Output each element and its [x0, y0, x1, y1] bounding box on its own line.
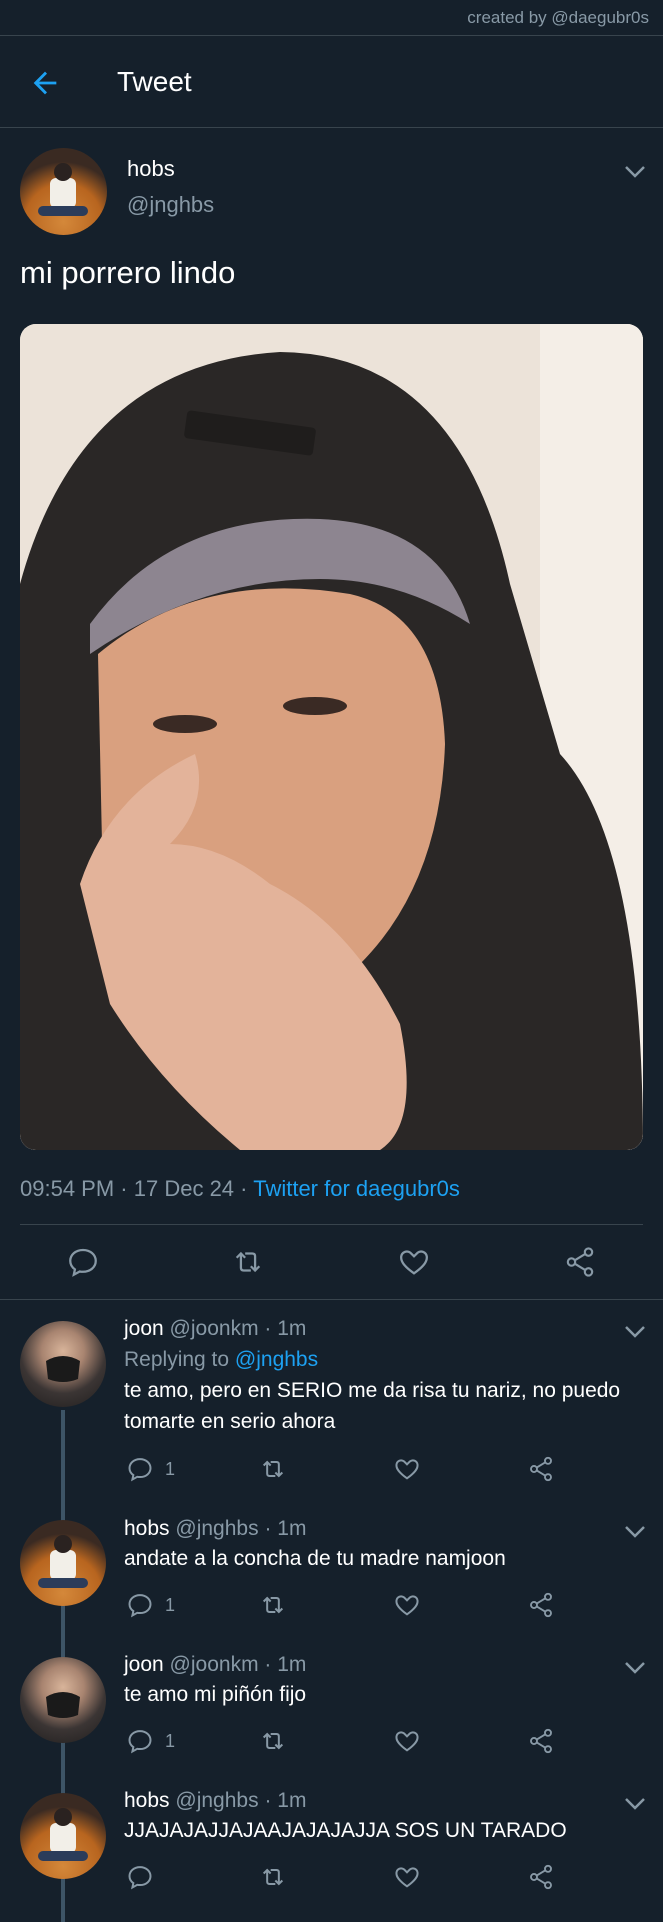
meta-separator: · — [240, 1176, 254, 1201]
reply-icon[interactable] — [66, 1245, 100, 1279]
reply-time: 1m — [277, 1789, 307, 1812]
reply-icon[interactable] — [126, 1591, 154, 1619]
top-bar: Tweet — [0, 37, 663, 128]
reply-author-name[interactable]: joon — [124, 1653, 164, 1676]
reply-header[interactable]: joon @joonkm · 1m — [124, 1317, 306, 1341]
like-icon[interactable] — [393, 1455, 421, 1483]
divider — [20, 1224, 643, 1225]
chevron-down-icon[interactable] — [624, 1797, 646, 1811]
retweet-icon[interactable] — [259, 1455, 287, 1483]
avatar[interactable] — [20, 1793, 106, 1879]
reply-time: 1m — [277, 1517, 307, 1540]
share-icon[interactable] — [527, 1863, 555, 1891]
reply-count: 1 — [165, 1595, 176, 1615]
avatar[interactable] — [20, 1657, 106, 1743]
tweet-image[interactable] — [20, 324, 643, 1150]
reply-header[interactable]: hobs @jnghbs · 1m — [124, 1517, 306, 1541]
creator-credit: created by @daegubr0s — [0, 0, 663, 36]
retweet-icon[interactable] — [231, 1245, 265, 1279]
author-name[interactable]: hobs — [127, 156, 175, 182]
reply-icon[interactable] — [126, 1863, 154, 1891]
share-icon[interactable] — [527, 1591, 555, 1619]
tweet-text: mi porrero lindo — [20, 255, 236, 290]
avatar[interactable] — [20, 1321, 106, 1407]
reply-count: 1 — [165, 1459, 176, 1479]
chevron-down-icon[interactable] — [624, 1325, 646, 1339]
meta-separator: · — [264, 1517, 278, 1540]
tweet-date: 17 Dec 24 — [133, 1176, 235, 1201]
reply-icon[interactable] — [126, 1455, 154, 1483]
retweet-icon[interactable] — [259, 1727, 287, 1755]
reply-time: 1m — [277, 1653, 307, 1676]
replying-to-handle[interactable]: @jnghbs — [235, 1348, 318, 1371]
page-title: Tweet — [117, 66, 192, 97]
replying-to: Replying to @jnghbs — [124, 1348, 318, 1372]
divider — [0, 1299, 663, 1300]
author-handle[interactable]: @jnghbs — [127, 192, 214, 218]
reply-text: JJAJAJAJJAJAAJAJAJAJJA SOS UN TARADO — [124, 1819, 567, 1842]
reply-text: te amo mi piñón fijo — [124, 1683, 307, 1706]
reply-text: andate a la concha de tu madre namjoon — [124, 1547, 506, 1570]
reply-author-name[interactable]: hobs — [124, 1789, 170, 1812]
reply-time: 1m — [277, 1317, 307, 1340]
reply-author-handle[interactable]: @joonkm — [170, 1653, 259, 1676]
share-icon[interactable] — [527, 1455, 555, 1483]
like-icon[interactable] — [393, 1591, 421, 1619]
like-icon[interactable] — [393, 1727, 421, 1755]
replying-label: Replying to — [124, 1348, 230, 1371]
retweet-icon[interactable] — [259, 1591, 287, 1619]
chevron-down-icon[interactable] — [624, 165, 646, 179]
reply-author-handle[interactable]: @joonkm — [170, 1317, 259, 1340]
back-arrow-icon[interactable] — [28, 66, 62, 100]
share-icon[interactable] — [563, 1245, 597, 1279]
avatar[interactable] — [20, 1520, 106, 1606]
reply-author-handle[interactable]: @jnghbs — [175, 1517, 258, 1540]
reply-header[interactable]: joon @joonkm · 1m — [124, 1653, 306, 1677]
like-icon[interactable] — [393, 1863, 421, 1891]
tweet-source-link[interactable]: Twitter for daegubr0s — [253, 1176, 460, 1201]
reply-author-name[interactable]: hobs — [124, 1517, 170, 1540]
meta-separator: · — [264, 1317, 278, 1340]
meta-separator: · — [264, 1789, 278, 1812]
meta-separator: · — [120, 1176, 134, 1201]
retweet-icon[interactable] — [259, 1863, 287, 1891]
avatar[interactable] — [20, 148, 107, 235]
reply-author-handle[interactable]: @jnghbs — [175, 1789, 258, 1812]
tweet-meta: 09:54 PM · 17 Dec 24 · Twitter for daegu… — [20, 1176, 460, 1202]
meta-separator: · — [264, 1653, 278, 1676]
reply-count: 1 — [165, 1731, 176, 1751]
tweet-time: 09:54 PM — [20, 1176, 115, 1201]
reply-text: te amo, pero en SERIO me da risa tu nari… — [124, 1379, 621, 1433]
reply-icon[interactable] — [126, 1727, 154, 1755]
chevron-down-icon[interactable] — [624, 1525, 646, 1539]
reply-author-name[interactable]: joon — [124, 1317, 164, 1340]
chevron-down-icon[interactable] — [624, 1661, 646, 1675]
reply-header[interactable]: hobs @jnghbs · 1m — [124, 1789, 306, 1813]
share-icon[interactable] — [527, 1727, 555, 1755]
like-icon[interactable] — [397, 1245, 431, 1279]
